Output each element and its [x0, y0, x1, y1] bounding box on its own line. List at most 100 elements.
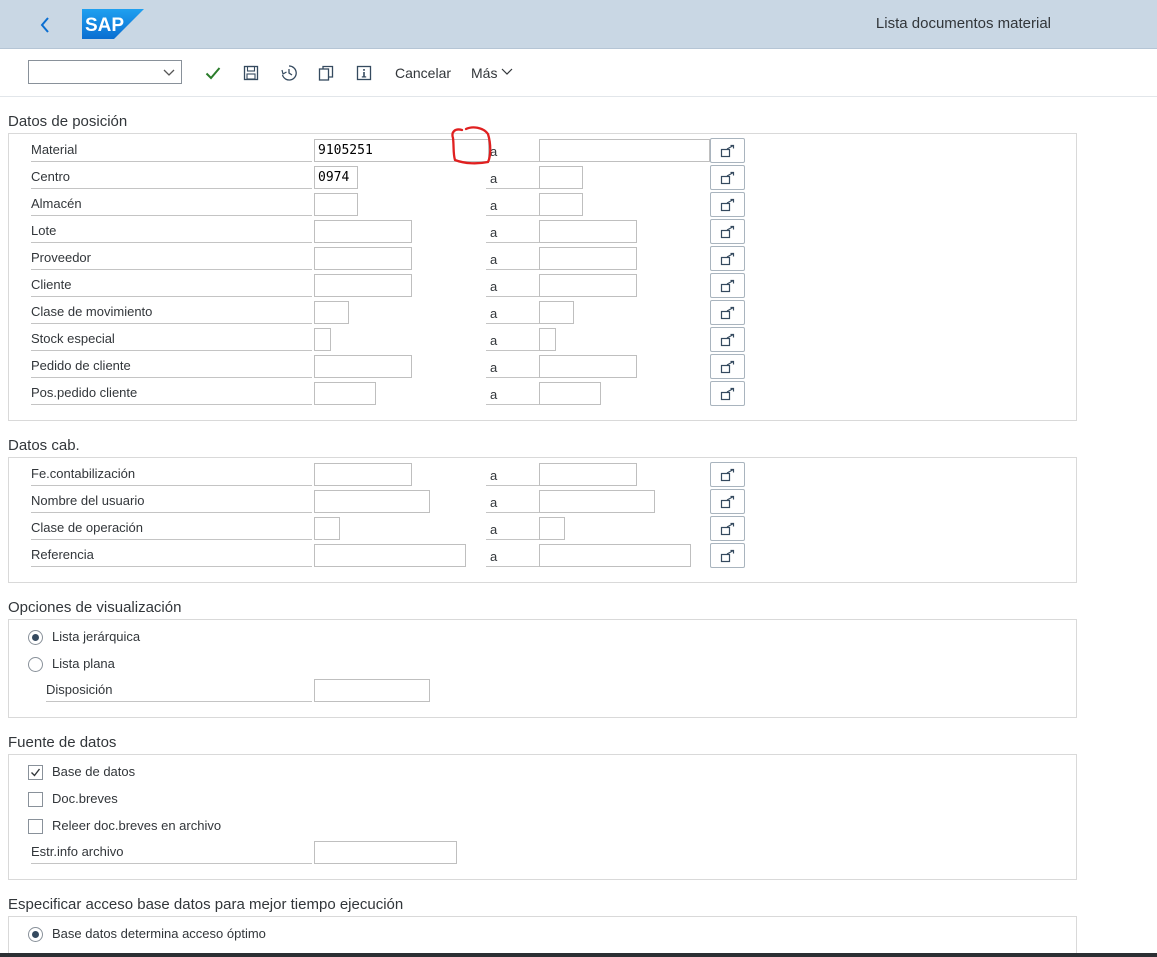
range-row-vendor: Proveedor a: [9, 246, 1078, 273]
movement-type-from-input[interactable]: [314, 301, 349, 324]
cancel-button[interactable]: Cancelar: [395, 65, 451, 81]
radio-hierarchical-list[interactable]: Lista jerárquica: [9, 624, 609, 651]
radio-db-optimal-access[interactable]: Base datos determina acceso óptimo: [9, 921, 609, 948]
multiple-selection-button[interactable]: [710, 381, 745, 406]
field-label: Disposición: [46, 680, 312, 702]
checkbox[interactable]: [28, 792, 43, 807]
range-row-sales-order-item: Pos.pedido cliente a: [9, 381, 1078, 408]
multiple-selection-button[interactable]: [710, 246, 745, 271]
radio-button-selected[interactable]: [28, 630, 43, 645]
batch-from-input[interactable]: [314, 220, 412, 243]
multiple-selection-button[interactable]: [710, 327, 745, 352]
vendor-to-input[interactable]: [539, 247, 637, 270]
svg-text:SAP: SAP: [85, 15, 124, 36]
multiple-selection-button[interactable]: [710, 300, 745, 325]
field-label: Estr.info archivo: [31, 842, 312, 864]
storage-location-from-input[interactable]: [314, 193, 358, 216]
copy-button[interactable]: [315, 62, 337, 84]
reference-to-input[interactable]: [539, 544, 691, 567]
checkbox[interactable]: [28, 819, 43, 834]
multiple-selection-button[interactable]: [710, 192, 745, 217]
save-variant-button[interactable]: [240, 62, 262, 84]
multiple-selection-icon: [720, 522, 734, 535]
special-stock-from-input[interactable]: [314, 328, 331, 351]
multiple-selection-button[interactable]: [710, 516, 745, 541]
sales-order-item-to-input[interactable]: [539, 382, 601, 405]
save-icon: [243, 65, 259, 81]
sales-order-from-input[interactable]: [314, 355, 412, 378]
checkbox-checked[interactable]: [28, 765, 43, 780]
radio-button-selected[interactable]: [28, 927, 43, 942]
multiple-selection-button[interactable]: [710, 354, 745, 379]
field-label: Pedido de cliente: [31, 356, 312, 378]
multiple-selection-icon: [720, 252, 734, 265]
range-separator: a: [486, 464, 540, 486]
back-button[interactable]: [32, 12, 58, 38]
field-label: Cliente: [31, 275, 312, 297]
range-row-reference: Referencia a: [9, 543, 1078, 570]
range-separator: a: [486, 248, 540, 270]
range-row-batch: Lote a: [9, 219, 1078, 246]
archive-info-input[interactable]: [314, 841, 457, 864]
field-label: Lote: [31, 221, 312, 243]
more-button[interactable]: Más: [471, 65, 513, 81]
customer-to-input[interactable]: [539, 274, 637, 297]
radio-button[interactable]: [28, 657, 43, 672]
reference-from-input[interactable]: [314, 544, 466, 567]
checkmark-icon: [205, 67, 221, 80]
chevron-down-icon: [163, 69, 175, 76]
range-row-posting-date: Fe.contabilización a: [9, 462, 1078, 489]
user-name-from-input[interactable]: [314, 490, 430, 513]
multiple-selection-button[interactable]: [710, 489, 745, 514]
multiple-selection-icon: [720, 306, 734, 319]
multiple-selection-button[interactable]: [710, 273, 745, 298]
checkbox-short-docs[interactable]: Doc.breves: [9, 786, 609, 813]
section-title-data-source: Fuente de datos: [8, 734, 117, 751]
batch-to-input[interactable]: [539, 220, 637, 243]
movement-type-to-input[interactable]: [539, 301, 574, 324]
posting-date-to-input[interactable]: [539, 463, 637, 486]
multiple-selection-icon: [720, 495, 734, 508]
radio-label: Lista jerárquica: [52, 629, 141, 644]
checkbox-database[interactable]: Base de datos: [9, 759, 609, 786]
vendor-from-input[interactable]: [314, 247, 412, 270]
range-separator: a: [486, 221, 540, 243]
radio-label: Base datos determina acceso óptimo: [52, 926, 266, 941]
posting-date-from-input[interactable]: [314, 463, 412, 486]
info-button[interactable]: [353, 62, 375, 84]
variant-select[interactable]: [28, 60, 182, 84]
copy-icon: [318, 65, 334, 81]
multiple-selection-button[interactable]: [710, 543, 745, 568]
multiple-selection-button[interactable]: [710, 219, 745, 244]
sap-logo: SAP: [82, 9, 144, 39]
range-row-plant: Centro 0974 a: [9, 165, 1078, 192]
special-stock-to-input[interactable]: [539, 328, 556, 351]
multiple-selection-icon: [720, 360, 734, 373]
multiple-selection-button[interactable]: [710, 462, 745, 487]
section-title-item-data: Datos de posición: [8, 113, 128, 130]
range-row-movement-type: Clase de movimiento a: [9, 300, 1078, 327]
execute-button[interactable]: [202, 62, 224, 84]
more-button-label: Más: [471, 65, 498, 81]
get-variant-button[interactable]: [278, 62, 300, 84]
storage-location-to-input[interactable]: [539, 193, 583, 216]
field-label: Nombre del usuario: [31, 491, 312, 513]
customer-from-input[interactable]: [314, 274, 412, 297]
material-to-input[interactable]: [539, 139, 710, 162]
range-separator: a: [486, 356, 540, 378]
layout-input[interactable]: [314, 679, 430, 702]
multiple-selection-button[interactable]: [710, 138, 745, 163]
transaction-type-from-input[interactable]: [314, 517, 340, 540]
multiple-selection-button[interactable]: [710, 165, 745, 190]
sales-order-to-input[interactable]: [539, 355, 637, 378]
plant-from-input[interactable]: 0974: [314, 166, 358, 189]
range-separator: a: [486, 383, 540, 405]
plant-to-input[interactable]: [539, 166, 583, 189]
checkbox-label: Releer doc.breves en archivo: [52, 818, 222, 833]
user-name-to-input[interactable]: [539, 490, 655, 513]
radio-flat-list[interactable]: Lista plana: [9, 651, 609, 678]
checkbox-label: Doc.breves: [52, 791, 118, 806]
sales-order-item-from-input[interactable]: [314, 382, 376, 405]
checkbox-reread-archive[interactable]: Releer doc.breves en archivo: [9, 813, 609, 840]
transaction-type-to-input[interactable]: [539, 517, 565, 540]
